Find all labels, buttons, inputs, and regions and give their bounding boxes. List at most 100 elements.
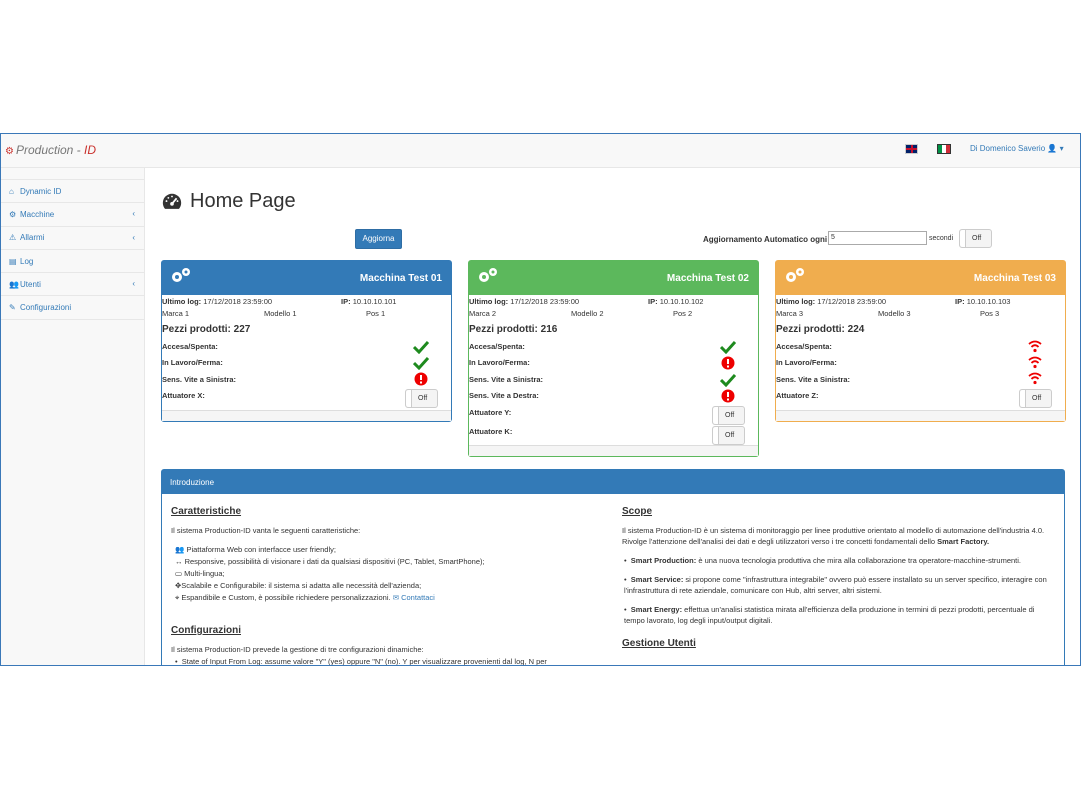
last-log: 17/12/2018 23:59:00	[510, 297, 580, 306]
machine-name: Macchina Test 03	[973, 273, 1056, 284]
scope-title: Scope	[622, 506, 653, 517]
intro-left-column: Caratteristiche Il sistema Production-ID…	[171, 506, 591, 666]
wifi-icon	[1028, 356, 1042, 369]
update-button[interactable]: Aggiorna	[355, 229, 402, 249]
database-icon: ▤	[9, 256, 17, 266]
gears-icon	[479, 268, 497, 282]
intro-panel: Introduzione Caratteristiche Il sistema …	[161, 469, 1065, 666]
actuator-k-toggle[interactable]: Off	[712, 426, 745, 445]
actuator-x-toggle[interactable]: Off	[405, 389, 438, 408]
auto-update-seconds-input[interactable]: 5	[828, 231, 927, 245]
list-item: • Smart Energy: effettua un'analisi stat…	[624, 605, 1035, 625]
alert-icon	[721, 389, 735, 403]
last-log: 17/12/2018 23:59:00	[817, 297, 887, 306]
ip-address: 10.10.10.103	[966, 297, 1011, 306]
list-item: ▭ Multi-lingua;	[175, 569, 225, 578]
sidebar-item-log[interactable]: ▤ Log	[1, 250, 144, 274]
machine-name: Macchina Test 01	[359, 273, 442, 284]
machine-card-header: Macchina Test 03	[776, 261, 1065, 295]
intro-right-column: Scope Il sistema Production-ID è un sist…	[622, 506, 1057, 657]
marca: Marca 1	[162, 309, 190, 318]
gears-icon	[172, 268, 190, 282]
users-icon: 👥	[175, 545, 187, 554]
modello: Modello 1	[264, 309, 297, 318]
sidebar-item-utenti[interactable]: 👥 Utenti ‹	[1, 273, 144, 297]
flag-uk-icon[interactable]	[905, 144, 918, 154]
sidebar-item-macchine[interactable]: ⚙ Macchine ‹	[1, 203, 144, 227]
ip-address: 10.10.10.102	[659, 297, 704, 306]
machine-card-header: Macchina Test 01	[162, 261, 451, 295]
pos: Pos 1	[366, 309, 386, 318]
chevron-left-icon: ‹	[132, 209, 135, 219]
last-log: 17/12/2018 23:59:00	[203, 297, 273, 306]
sidebar: ⌂ Dynamic ID ⚙ Macchine ‹ ⚠ Allarmi ‹ ▤ …	[1, 179, 144, 320]
chevron-left-icon: ‹	[132, 232, 135, 242]
machine-card-02: Macchina Test 02 Ultimo log: 17/12/2018 …	[468, 260, 759, 457]
caratteristiche-title: Caratteristiche	[171, 506, 242, 517]
modello: Modello 3	[878, 309, 911, 318]
alert-icon	[721, 356, 735, 370]
users-icon: 👥	[9, 279, 19, 289]
pezzi-prodotti: Pezzi prodotti: 227	[162, 324, 251, 335]
intro-header: Introduzione	[162, 470, 1064, 494]
configurazioni-title: Configurazioni	[171, 625, 241, 636]
main-content: Home Page Aggiorna Aggiornamento Automat…	[144, 168, 1080, 666]
wifi-icon	[1028, 372, 1042, 385]
brand-logo[interactable]: ⚙ Production - ID	[5, 143, 96, 157]
user-menu[interactable]: Di Domenico Saverio 👤 ▾	[970, 144, 1064, 153]
auto-update-label: Aggiornamento Automatico ogni	[703, 235, 828, 244]
caret-down-icon: ▾	[1059, 144, 1064, 153]
list-item: • State of Input From Log: assume valore…	[175, 657, 547, 666]
pos: Pos 2	[673, 309, 693, 318]
warning-icon: ⚠	[9, 233, 17, 243]
wifi-icon	[1028, 340, 1042, 353]
app-window: ⚙ Production - ID Di Domenico Saverio 👤 ▾…	[0, 133, 1081, 666]
sidebar-item-allarmi[interactable]: ⚠ Allarmi ‹	[1, 227, 144, 250]
gears-icon: ⚙	[9, 209, 17, 219]
list-item: 👥 Piattaforma Web con interfacce user fr…	[175, 545, 336, 554]
actuator-z-toggle[interactable]: Off	[1019, 389, 1052, 408]
user-icon: 👤	[1047, 144, 1058, 153]
marca: Marca 3	[776, 309, 804, 318]
check-icon	[720, 340, 736, 354]
list-item: ✥Scalabile e Configurabile: il sistema s…	[175, 581, 422, 590]
list-item: ↔ Responsive, possibilità di visionare i…	[175, 557, 485, 566]
top-navbar: ⚙ Production - ID Di Domenico Saverio 👤 ▾	[1, 134, 1080, 168]
list-item: ⌖ Espandibile e Custom, è possibile rich…	[175, 593, 435, 602]
actuator-y-toggle[interactable]: Off	[712, 406, 745, 425]
machine-card-03: Macchina Test 03 Ultimo log: 17/12/2018 …	[775, 260, 1066, 422]
envelope-icon: ✉	[392, 593, 402, 602]
edit-icon: ✎	[9, 303, 16, 313]
arrows-horizontal-icon: ↔	[175, 557, 185, 566]
pezzi-prodotti: Pezzi prodotti: 224	[776, 324, 865, 335]
alert-icon	[414, 372, 428, 386]
language-icon: ▭	[175, 569, 185, 578]
gears-logo-icon: ⚙	[5, 146, 14, 157]
auto-update-toggle[interactable]: Off	[959, 229, 992, 248]
ip-address: 10.10.10.101	[352, 297, 397, 306]
machine-card-01: Macchina Test 01 Ultimo log: 17/12/2018 …	[161, 260, 452, 422]
machine-name: Macchina Test 02	[666, 273, 749, 284]
modello: Modello 2	[571, 309, 604, 318]
page-title: Home Page	[161, 190, 296, 213]
list-item: • Smart Service: si propone come "infras…	[624, 575, 1047, 595]
sidebar-item-dynamic-id[interactable]: ⌂ Dynamic ID	[1, 180, 144, 204]
check-icon	[413, 340, 429, 354]
gestione-utenti-title: Gestione Utenti	[622, 638, 696, 649]
flag-it-icon[interactable]	[937, 144, 951, 154]
auto-update-unit: secondi	[929, 235, 954, 242]
contact-link[interactable]: ✉ Contattaci	[393, 593, 435, 602]
list-item: • Smart Production: è una nuova tecnolog…	[624, 556, 1021, 565]
pezzi-prodotti: Pezzi prodotti: 216	[469, 324, 558, 335]
check-icon	[720, 373, 736, 387]
user-name: Di Domenico Saverio	[970, 144, 1046, 153]
marca: Marca 2	[469, 309, 497, 318]
pos: Pos 3	[980, 309, 1000, 318]
check-icon	[413, 356, 429, 370]
machine-card-header: Macchina Test 02	[469, 261, 758, 295]
dashboard-gauge-icon	[162, 193, 182, 209]
features-list: 👥 Piattaforma Web con interfacce user fr…	[175, 544, 591, 603]
sidebar-item-configurazioni[interactable]: ✎ Configurazioni	[1, 296, 144, 320]
gears-icon	[786, 268, 804, 282]
home-icon: ⌂	[9, 186, 14, 196]
